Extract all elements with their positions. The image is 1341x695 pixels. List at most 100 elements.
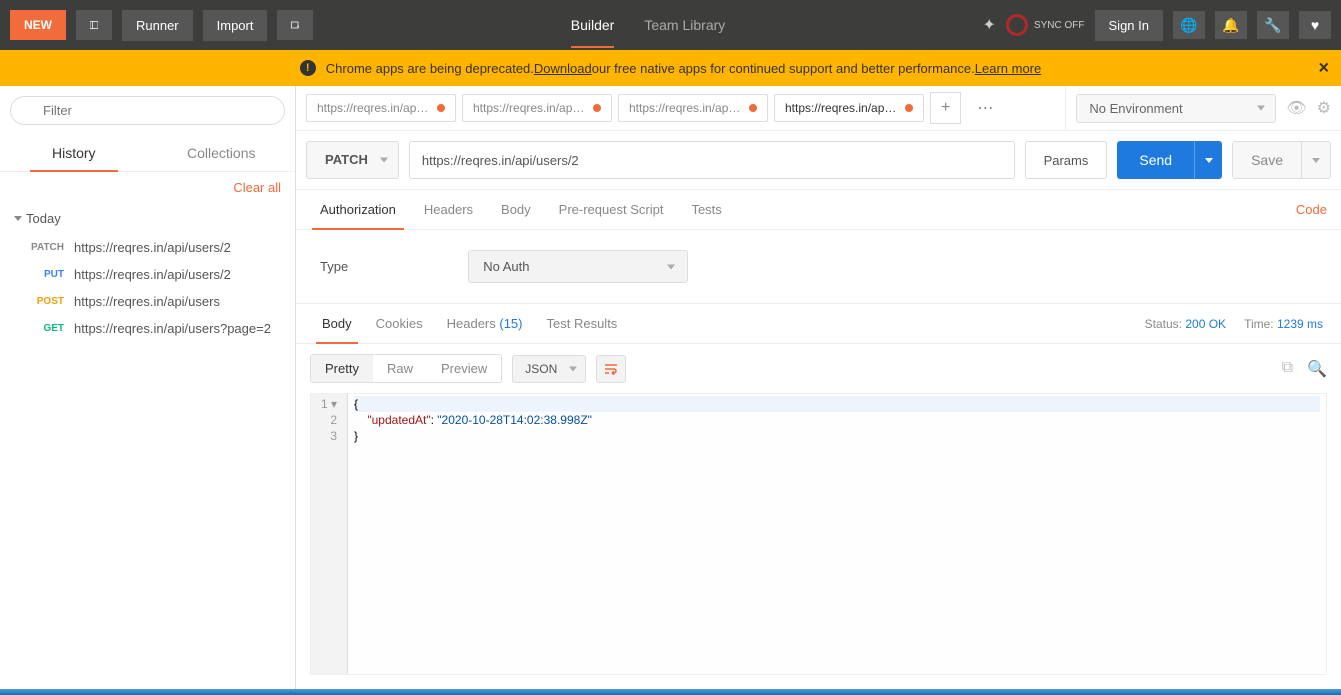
chevron-down-icon <box>1312 158 1320 163</box>
history-url: https://reqres.in/api/users <box>74 294 281 309</box>
new-window-icon: + <box>291 18 299 32</box>
history-item[interactable]: PUT https://reqres.in/api/users/2 <box>0 261 295 288</box>
builder-tab[interactable]: Builder <box>571 2 615 48</box>
team-library-tab[interactable]: Team Library <box>644 2 725 48</box>
environment-select[interactable]: No Environment <box>1076 94 1276 123</box>
tab-body[interactable]: Body <box>487 190 545 229</box>
top-tabs: Builder Team Library <box>323 2 972 48</box>
view-preview-button[interactable]: Preview <box>427 355 501 382</box>
banner-text-1: Chrome apps are being deprecated. <box>326 61 534 76</box>
modified-dot-icon <box>905 104 913 112</box>
search-response-icon[interactable]: 🔍 <box>1307 359 1327 379</box>
time-label: Time: <box>1244 317 1274 331</box>
auth-type-label: Type <box>320 259 348 274</box>
runner-button[interactable]: Runner <box>122 10 193 41</box>
view-raw-button[interactable]: Raw <box>373 355 427 382</box>
send-dropdown[interactable] <box>1194 141 1222 179</box>
request-tab[interactable]: https://reqres.in/api/u <box>774 94 924 122</box>
response-tab-tests[interactable]: Test Results <box>535 316 630 343</box>
history-day-header[interactable]: Today <box>0 203 295 234</box>
warning-icon: ! <box>300 60 316 76</box>
response-tab-cookies[interactable]: Cookies <box>364 316 435 343</box>
request-tab[interactable]: https://reqres.in/api/u <box>306 94 456 122</box>
toggle-sidebar-button[interactable] <box>76 10 112 40</box>
new-window-button[interactable]: + <box>277 10 313 40</box>
history-item[interactable]: POSThttps://reqres.in/api/users <box>0 288 295 315</box>
status-label: Status: <box>1145 317 1182 331</box>
tab-headers[interactable]: Headers <box>410 190 487 229</box>
wrap-toggle-button[interactable] <box>596 355 626 383</box>
environment-preview-icon[interactable]: 👁 <box>1286 98 1306 118</box>
response-body[interactable]: 1 ▾23 { "updatedAt": "2020-10-28T14:02:3… <box>310 393 1327 675</box>
send-button[interactable]: Send <box>1117 141 1194 179</box>
top-toolbar: NEW Runner Import + Builder Team Library… <box>0 0 1341 50</box>
history-method: PATCH <box>26 242 64 253</box>
modified-dot-icon <box>437 104 445 112</box>
request-tab-label: https://reqres.in/api/u <box>317 101 429 115</box>
satellite-icon[interactable]: ✦ <box>983 15 996 35</box>
save-dropdown[interactable] <box>1302 142 1330 178</box>
banner-learn-link[interactable]: Learn more <box>975 61 1041 76</box>
request-tab[interactable]: https://reqres.in/api/u <box>462 94 612 122</box>
deprecation-banner: ! Chrome apps are being deprecated. Down… <box>0 50 1341 86</box>
format-select[interactable]: JSON <box>512 355 586 383</box>
chevron-down-icon <box>14 216 22 221</box>
svg-text:+: + <box>297 25 299 31</box>
filter-input[interactable] <box>10 96 285 125</box>
view-pretty-button[interactable]: Pretty <box>311 355 373 382</box>
globe-icon[interactable]: 🌐 <box>1173 11 1205 39</box>
time-value: 1239 ms <box>1277 317 1323 331</box>
request-tab-label: https://reqres.in/api/u <box>629 101 741 115</box>
response-tab-body[interactable]: Body <box>310 316 364 343</box>
import-button[interactable]: Import <box>203 10 268 41</box>
collections-tab[interactable]: Collections <box>148 135 296 171</box>
code-link[interactable]: Code <box>1296 202 1331 217</box>
add-tab-button[interactable]: + <box>930 92 961 124</box>
bell-icon[interactable]: 🔔 <box>1215 11 1247 39</box>
history-url: https://reqres.in/api/users/2 <box>74 240 281 255</box>
tab-tests[interactable]: Tests <box>677 190 735 229</box>
history-url: https://reqres.in/api/users/2 <box>74 267 281 282</box>
tab-prerequest[interactable]: Pre-request Script <box>545 190 678 229</box>
sidebar: 🔍 History Collections Clear all Today PA… <box>0 86 296 689</box>
sync-status[interactable]: SYNC OFF <box>1006 14 1085 36</box>
history-url: https://reqres.in/api/users?page=2 <box>74 321 281 336</box>
content-area: https://reqres.in/api/u https://reqres.in… <box>296 86 1341 689</box>
wrench-icon[interactable]: 🔧 <box>1257 11 1289 39</box>
banner-download-link[interactable]: Download <box>534 61 592 76</box>
copy-icon[interactable]: ⧉ <box>1282 359 1293 379</box>
request-subtabs: Authorization Headers Body Pre-request S… <box>296 190 1341 230</box>
environment-settings-icon[interactable]: ⚙ <box>1317 98 1331 118</box>
heart-icon[interactable]: ♥ <box>1299 11 1331 39</box>
response-tab-headers[interactable]: Headers (15) <box>435 316 535 343</box>
request-tabs: https://reqres.in/api/u https://reqres.in… <box>296 92 1065 124</box>
banner-text-2: our free native apps for continued suppo… <box>592 61 975 76</box>
request-tab-label: https://reqres.in/api/u <box>785 101 897 115</box>
method-select[interactable]: PATCH <box>306 141 399 179</box>
url-input[interactable] <box>409 141 1015 179</box>
response-headers-label: Headers <box>447 316 496 331</box>
topbar-right: ✦ SYNC OFF Sign In 🌐 🔔 🔧 ♥ <box>983 10 1331 41</box>
request-tab[interactable]: https://reqres.in/api/u <box>618 94 768 122</box>
wrap-icon <box>604 363 618 375</box>
status-value: 200 OK <box>1185 317 1226 331</box>
save-button[interactable]: Save <box>1233 142 1302 178</box>
sidebar-icon <box>90 18 98 32</box>
banner-close-icon[interactable]: × <box>1318 58 1329 79</box>
tab-authorization[interactable]: Authorization <box>306 190 410 229</box>
request-tab-label: https://reqres.in/api/u <box>473 101 585 115</box>
modified-dot-icon <box>593 104 601 112</box>
more-tabs-button[interactable]: ⋯ <box>967 92 1004 124</box>
history-tab[interactable]: History <box>0 135 148 171</box>
sign-in-button[interactable]: Sign In <box>1095 10 1163 41</box>
clear-all-link[interactable]: Clear all <box>233 180 281 195</box>
os-taskbar <box>0 689 1341 695</box>
auth-type-select[interactable]: No Auth <box>468 250 688 283</box>
chevron-down-icon <box>1205 158 1213 163</box>
modified-dot-icon <box>749 104 757 112</box>
history-item[interactable]: PATCH https://reqres.in/api/users/2 <box>0 234 295 261</box>
history-item[interactable]: GEThttps://reqres.in/api/users?page=2 <box>0 315 295 342</box>
history-method: PUT <box>26 269 64 280</box>
params-button[interactable]: Params <box>1025 141 1108 179</box>
new-button[interactable]: NEW <box>10 10 66 40</box>
